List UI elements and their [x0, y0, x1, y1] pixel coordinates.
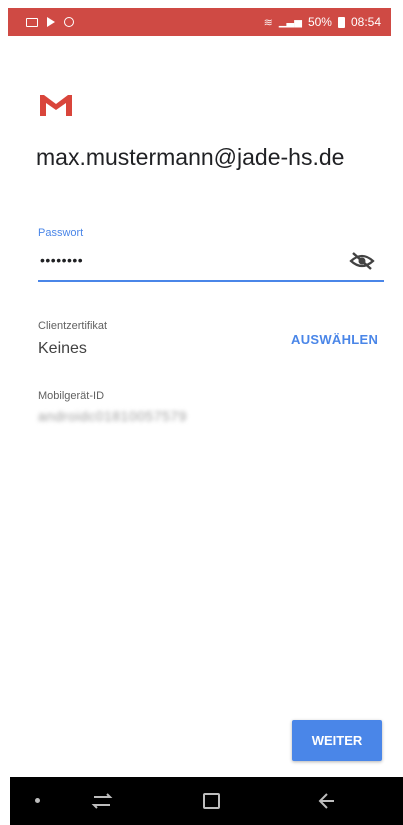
wifi-icon: ≋ [263, 16, 273, 29]
client-certificate-value: Keines [38, 340, 87, 357]
back-icon[interactable] [315, 790, 337, 812]
gmail-logo [40, 95, 72, 116]
select-certificate-button[interactable]: AUSWÄHLEN [291, 332, 378, 347]
password-field[interactable]: •••••••• [40, 252, 83, 268]
status-bar-system: ≋ ▁▃▅ 50% 08:54 [264, 15, 381, 29]
device-id-label: Mobilgerät-ID [38, 390, 105, 402]
sync-icon [64, 17, 74, 27]
status-bar-notifications [26, 17, 74, 27]
dot-icon [35, 798, 40, 803]
navigation-bar [10, 777, 403, 825]
account-email: max.mustermann@jade-hs.de [36, 144, 345, 170]
password-label: Passwort [38, 227, 84, 239]
status-bar: ≋ ▁▃▅ 50% 08:54 [8, 8, 391, 36]
next-button[interactable]: WEITER [292, 720, 382, 761]
password-underline [38, 280, 384, 282]
signal-icon: ▁▃▅ [278, 16, 302, 28]
device-id-value: androidc01810057579 [38, 408, 187, 424]
client-certificate-label: Clientzertifikat [38, 320, 108, 332]
clock: 08:54 [350, 15, 381, 29]
battery-icon [337, 16, 345, 28]
recents-icon[interactable] [90, 790, 114, 812]
visibility-off-icon[interactable] [349, 251, 375, 271]
battery-level: 50% [307, 15, 332, 29]
home-icon[interactable] [203, 793, 220, 809]
image-icon [26, 17, 38, 27]
play-icon [47, 17, 55, 27]
